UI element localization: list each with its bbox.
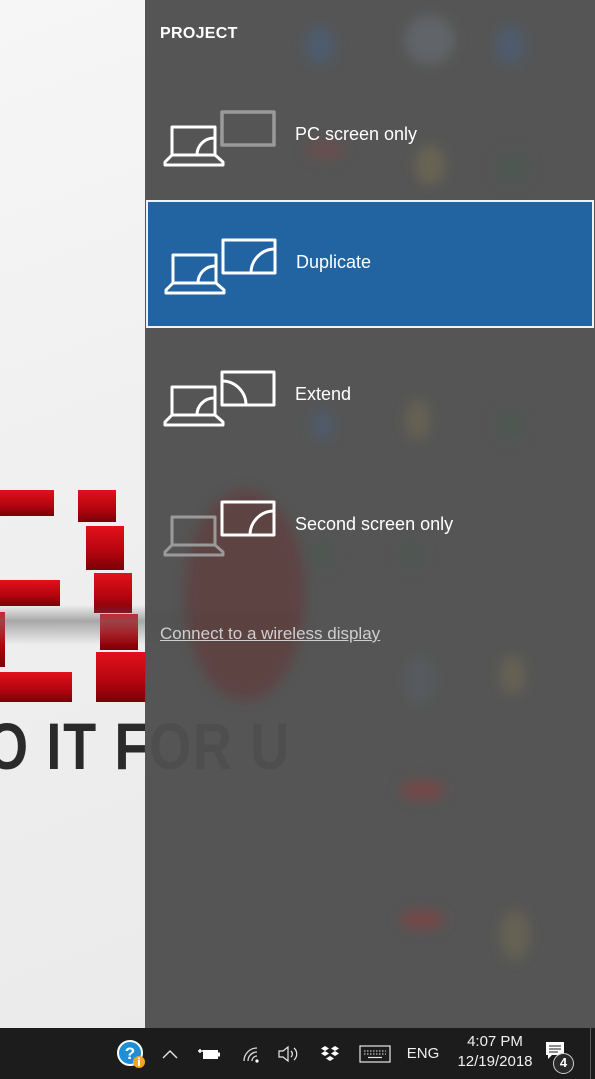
notification-count-badge: 4 bbox=[553, 1053, 574, 1074]
connect-wireless-display-link[interactable]: Connect to a wireless display bbox=[160, 624, 380, 644]
option-second-screen-only[interactable]: Second screen only bbox=[145, 462, 595, 590]
logo-block bbox=[0, 490, 54, 516]
battery-tray-button[interactable] bbox=[197, 1028, 223, 1079]
chevron-up-icon bbox=[162, 1049, 178, 1058]
logo-block bbox=[0, 672, 72, 702]
flyout-title: PROJECT bbox=[160, 25, 238, 42]
wifi-icon bbox=[243, 1046, 259, 1063]
clock-date: 12/19/2018 bbox=[457, 1053, 533, 1070]
screen: O IT FOR U PROJECT bbox=[0, 0, 595, 1079]
project-flyout: PROJECT PC screen only Duplicate Extend … bbox=[145, 0, 595, 1028]
volume-tray-button[interactable] bbox=[276, 1028, 302, 1079]
second-screen-only-icon bbox=[163, 500, 276, 557]
duplicate-icon bbox=[164, 238, 277, 295]
dropbox-tray-button[interactable] bbox=[318, 1028, 342, 1079]
extend-icon bbox=[163, 370, 276, 427]
option-label: Extend bbox=[295, 384, 352, 404]
battery-charging-icon bbox=[198, 1048, 220, 1059]
touch-keyboard-button[interactable] bbox=[358, 1028, 392, 1079]
wifi-tray-button[interactable] bbox=[240, 1028, 264, 1079]
pc-screen-only-icon bbox=[163, 110, 276, 167]
help-info-tray-button[interactable]: ? bbox=[114, 1028, 148, 1079]
option-label: Second screen only bbox=[295, 514, 454, 534]
option-pc-screen-only[interactable]: PC screen only bbox=[145, 72, 595, 200]
option-duplicate[interactable]: Duplicate bbox=[146, 200, 594, 328]
logo-block bbox=[96, 652, 146, 702]
help-info-icon: ? bbox=[117, 1039, 145, 1068]
option-label: PC screen only bbox=[295, 124, 418, 144]
clock-time: 4:07 PM bbox=[467, 1033, 523, 1050]
show-hidden-icons-button[interactable] bbox=[158, 1028, 182, 1079]
input-language-indicator[interactable]: ENG bbox=[404, 1028, 442, 1079]
option-label: Duplicate bbox=[296, 252, 372, 272]
taskbar: ? ENG 4:07 PM 12/19/2018 bbox=[0, 1028, 595, 1079]
logo-block bbox=[0, 580, 60, 606]
taskbar-edge bbox=[590, 1028, 591, 1079]
dropbox-icon bbox=[321, 1045, 339, 1061]
logo-block bbox=[86, 526, 124, 570]
taskbar-clock[interactable]: 4:07 PM 12/19/2018 bbox=[442, 1032, 548, 1072]
volume-icon bbox=[278, 1045, 298, 1062]
logo-block bbox=[78, 490, 116, 522]
option-extend[interactable]: Extend bbox=[145, 332, 595, 460]
touch-keyboard-icon bbox=[359, 1044, 391, 1063]
